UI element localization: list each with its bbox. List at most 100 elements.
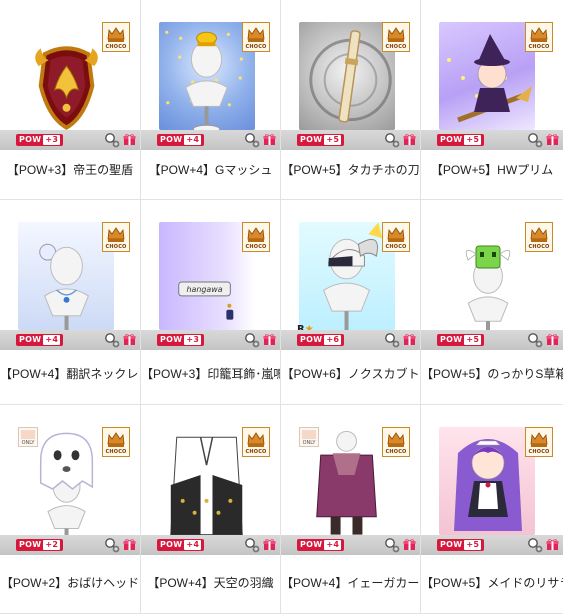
zoom-icon[interactable] (384, 132, 400, 148)
pow-badge: POW +3 (157, 334, 205, 346)
crown-icon (387, 27, 405, 42)
item-thumbnail[interactable]: ONLY CHOCO (281, 405, 420, 555)
item-name-link[interactable]: 【POW+6】ノクスカブト (281, 366, 420, 382)
item-thumbnail[interactable]: CHOCO (421, 0, 563, 150)
item-thumbnail[interactable]: CHOCO (281, 0, 420, 150)
item-name-link[interactable]: 【POW+5】タカチホの刀 (281, 162, 420, 178)
zoom-icon[interactable] (244, 332, 260, 348)
item-name-link[interactable]: 【POW+2】おばけヘッド (0, 575, 140, 591)
item-action-bar: POW +3 (0, 130, 140, 150)
gift-icon[interactable] (403, 333, 416, 346)
item-name-link[interactable]: 【POW+3】印籠耳飾･嵐鳴 (141, 366, 280, 382)
choco-badge-label: CHOCO (105, 44, 127, 50)
item-name-link[interactable]: 【POW+4】翻訳ネックレス (0, 366, 140, 382)
gift-icon[interactable] (546, 538, 559, 551)
zoom-icon[interactable] (104, 332, 120, 348)
pow-badge-level: +2 (43, 540, 61, 550)
item-name-link[interactable]: 【POW+4】Gマッシュ (141, 162, 280, 178)
item-thumbnail[interactable]: CHOCO (141, 405, 280, 555)
only-badge-label: ONLY (21, 440, 35, 446)
item-thumbnail[interactable]: CHOCO (0, 200, 140, 350)
item-name-link[interactable]: 【POW+5】HWプリム (421, 162, 563, 178)
choco-badge-label: CHOCO (245, 244, 267, 250)
gift-icon[interactable] (546, 333, 559, 346)
item-thumbnail[interactable]: CHOCO (141, 0, 280, 150)
item-name-link[interactable]: 【POW+4】天空の羽織 (141, 575, 280, 591)
item-card[interactable]: ONLY CHOCO POW +2 【POW+2】おばけヘッド (0, 405, 141, 614)
zoom-icon[interactable] (244, 537, 260, 553)
zoom-icon[interactable] (384, 332, 400, 348)
item-thumbnail[interactable]: CHOCO (421, 200, 563, 350)
item-action-bar: POW +3 (141, 330, 280, 350)
item-thumbnail[interactable]: CHOCO (0, 0, 140, 150)
item-thumbnail[interactable]: CHOCO (421, 405, 563, 555)
item-name-link[interactable]: 【POW+5】メイドのリサラ (421, 575, 563, 591)
item-name-link[interactable]: 【POW+4】イェーガカーデ (281, 575, 420, 591)
gift-icon[interactable] (403, 133, 416, 146)
item-card[interactable]: CHOCO POW +4 【POW+4】Gマッシュ (141, 0, 281, 200)
pow-badge-label: POW (160, 335, 183, 344)
zoom-icon[interactable] (384, 537, 400, 553)
zoom-icon[interactable] (527, 537, 543, 553)
item-action-bar: POW +4 (141, 130, 280, 150)
crown-icon (387, 227, 405, 242)
pow-badge: POW +4 (157, 539, 205, 551)
gift-icon[interactable] (123, 133, 136, 146)
item-card[interactable]: CHOCO POW +3 【POW+3】帝王の聖盾 (0, 0, 141, 200)
item-card[interactable]: CHOCO POW +5 【POW+5】HWプリム (421, 0, 563, 200)
choco-badge: CHOCO (242, 222, 270, 252)
pow-badge-label: POW (300, 335, 323, 344)
choco-badge: CHOCO (382, 222, 410, 252)
item-card[interactable]: hangawa CHOCO POW +3 【POW+3】印籠耳飾･嵐鳴 (141, 200, 281, 405)
zoom-icon[interactable] (244, 132, 260, 148)
zoom-icon[interactable] (104, 537, 120, 553)
item-card[interactable]: R★CHOCOPOW+6 【POW+6】ノクスカブト (281, 200, 421, 405)
pow-badge-level: +5 (464, 335, 482, 345)
choco-badge: CHOCO (102, 22, 130, 52)
zoom-icon[interactable] (527, 332, 543, 348)
gift-icon[interactable] (123, 333, 136, 346)
choco-badge: CHOCO (102, 427, 130, 457)
gift-icon[interactable] (263, 538, 276, 551)
item-thumbnail[interactable]: R★CHOCO (281, 200, 420, 350)
pow-badge-level: +6 (324, 335, 342, 345)
item-card[interactable]: CHOCO POW +5 【POW+5】メイドのリサラ (421, 405, 563, 614)
crown-icon (530, 432, 548, 447)
item-card[interactable]: CHOCO POW +4 【POW+4】天空の羽織 (141, 405, 281, 614)
item-card[interactable]: CHOCO POW +5 【POW+5】タカチホの刀 (281, 0, 421, 200)
pow-badge-label: POW (300, 135, 323, 144)
choco-badge: CHOCO (525, 22, 553, 52)
choco-badge-label: CHOCO (528, 244, 550, 250)
choco-badge: CHOCO (525, 427, 553, 457)
item-action-bar: POW +5 (421, 130, 563, 150)
choco-badge-label: CHOCO (105, 244, 127, 250)
pow-badge: POW +5 (437, 334, 485, 346)
item-card[interactable]: ONLY CHOCO POW +4 【POW+4】イェーガカーデ (281, 405, 421, 614)
choco-badge-label: CHOCO (385, 44, 407, 50)
only-badge-swatch (21, 430, 35, 439)
pow-badge-level: +4 (43, 335, 61, 345)
zoom-icon[interactable] (527, 132, 543, 148)
choco-badge-label: CHOCO (245, 449, 267, 455)
item-card[interactable]: CHOCO POW +5 【POW+5】のっかりS草箱 (421, 200, 563, 405)
pow-badge-label: POW (19, 335, 42, 344)
item-thumbnail[interactable]: hangawa CHOCO (141, 200, 280, 350)
item-thumbnail[interactable]: ONLY CHOCO (0, 405, 140, 555)
gift-icon[interactable] (546, 133, 559, 146)
pow-badge-level: +4 (184, 540, 202, 550)
gift-icon[interactable] (403, 538, 416, 551)
pow-badge-level: +5 (324, 135, 342, 145)
item-name-link[interactable]: 【POW+5】のっかりS草箱 (421, 366, 563, 382)
item-grid: CHOCO POW +3 【POW+3】帝王の聖盾 CHOCO POW +4 【POW+4】G… (0, 0, 563, 614)
item-action-bar: POW +4 (141, 535, 280, 555)
gift-icon[interactable] (123, 538, 136, 551)
choco-badge-label: CHOCO (385, 244, 407, 250)
only-badge: ONLY (18, 427, 38, 447)
pow-badge: POW +6 (297, 334, 345, 346)
gift-icon[interactable] (263, 133, 276, 146)
item-card[interactable]: CHOCO POW +4 【POW+4】翻訳ネックレス (0, 200, 141, 405)
gift-icon[interactable] (263, 333, 276, 346)
zoom-icon[interactable] (104, 132, 120, 148)
item-name-link[interactable]: 【POW+3】帝王の聖盾 (0, 162, 140, 178)
pow-badge: POW +4 (157, 134, 205, 146)
